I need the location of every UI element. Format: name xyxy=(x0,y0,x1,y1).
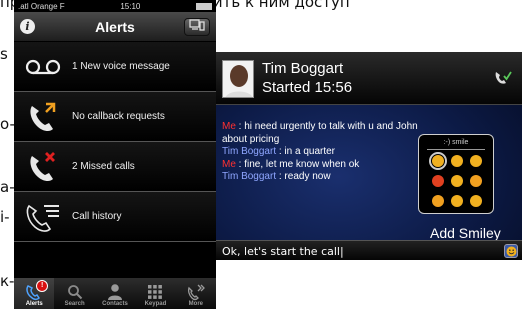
callback-icon xyxy=(14,92,72,142)
alert-row-label: No callback requests xyxy=(72,111,165,122)
alert-badge: ! xyxy=(36,280,49,292)
tab-label: Keypad xyxy=(144,301,167,307)
search-icon xyxy=(67,284,82,299)
alert-row-callback[interactable]: No callback requests xyxy=(14,92,216,142)
tab-more[interactable]: More xyxy=(176,278,216,309)
message-sender: Me xyxy=(222,121,236,132)
smiley-tongue-icon[interactable] xyxy=(432,195,444,207)
info-button[interactable]: i xyxy=(20,19,35,34)
smiley-shocked-icon[interactable] xyxy=(470,175,482,187)
phone-check-icon xyxy=(495,71,512,84)
tab-bar: ! Alerts Search Contacts Keypad More xyxy=(14,278,216,309)
more-icon xyxy=(187,284,205,300)
smiley-surprised-icon[interactable] xyxy=(470,155,482,167)
smiley-neutral-icon[interactable] xyxy=(451,195,463,207)
status-bar: .atl Orange F 15:10 xyxy=(14,0,216,12)
message-list: Me : hi need urgently to talk with u and… xyxy=(222,121,432,184)
message-text: : hi need urgently to talk with u and Jo… xyxy=(222,121,418,145)
carrier-label: .atl Orange F xyxy=(18,1,65,11)
status-time: 15:10 xyxy=(120,1,141,11)
add-smiley-label: Add Smiley xyxy=(430,225,501,241)
page-title: Alerts xyxy=(95,18,135,35)
message-sender: Tim Boggart xyxy=(222,171,277,182)
smiley-grin-icon[interactable] xyxy=(451,175,463,187)
tab-label: Contacts xyxy=(102,301,128,307)
smiley-angry-icon[interactable] xyxy=(432,175,444,187)
tab-keypad[interactable]: Keypad xyxy=(135,278,175,309)
contacts-icon xyxy=(108,283,123,300)
background-article-fragment: к- xyxy=(0,272,15,290)
smiley-wink-icon[interactable] xyxy=(451,155,463,167)
message-sender: Tim Boggart xyxy=(222,146,277,157)
contact-name: Tim Boggart xyxy=(262,60,344,77)
message-text: : ready now xyxy=(276,171,331,182)
missed-call-icon xyxy=(14,142,72,192)
smiley-hint: :-) smile xyxy=(443,139,469,146)
chat-message: Tim Boggart : ready now xyxy=(222,171,432,184)
background-article-fragment: s xyxy=(0,45,8,63)
smiley-button[interactable] xyxy=(504,244,518,258)
call-history-icon xyxy=(14,192,72,242)
alert-row-voicemail[interactable]: 1 New voice message xyxy=(14,42,216,92)
smiley-sad-icon[interactable] xyxy=(470,195,482,207)
alert-row-call-history[interactable]: Call history xyxy=(14,192,216,242)
chat-header: Tim Boggart Started 15:56 xyxy=(216,52,522,105)
smiley-icon xyxy=(506,246,516,256)
background-article-fragment: o- xyxy=(0,115,15,133)
tab-contacts[interactable]: Contacts xyxy=(95,278,135,309)
tab-alerts[interactable]: ! Alerts xyxy=(14,278,55,309)
tab-label: Search xyxy=(64,301,85,307)
voicemail-icon xyxy=(14,42,72,92)
divider xyxy=(427,149,485,150)
nav-bar: i Alerts xyxy=(14,12,216,42)
tab-label: More xyxy=(188,301,203,307)
alert-row-label: Call history xyxy=(72,211,122,222)
end-call-button[interactable] xyxy=(494,70,512,91)
message-input[interactable]: Ok, let's start the call| xyxy=(222,245,344,258)
session-started-time: Started 15:56 xyxy=(262,79,353,96)
tab-label: Alerts xyxy=(25,301,43,307)
device-icon xyxy=(189,19,205,31)
chat-message: Me : hi need urgently to talk with u and… xyxy=(222,121,432,146)
keypad-icon xyxy=(148,284,163,299)
alert-row-label: 1 New voice message xyxy=(72,61,170,72)
alert-row-label: 2 Missed calls xyxy=(72,161,135,172)
background-article-fragment: а- xyxy=(0,178,15,196)
background-article-fragment: i- xyxy=(0,208,10,226)
tab-search[interactable]: Search xyxy=(54,278,94,309)
message-text: : fine, let me know when ok xyxy=(235,158,360,170)
device-switch-button[interactable] xyxy=(184,18,210,36)
compose-bar: Ok, let's start the call| xyxy=(216,240,522,260)
alerts-screenshot: .atl Orange F 15:10 i Alerts 1 New voice… xyxy=(14,0,216,309)
smiley-picker: :-) smile xyxy=(418,134,494,214)
avatar xyxy=(222,60,254,98)
message-text: : in a quarter xyxy=(276,146,336,157)
chat-message: Me : fine, let me know when ok xyxy=(222,159,432,172)
alert-row-missed-calls[interactable]: 2 Missed calls xyxy=(14,142,216,192)
battery-icon xyxy=(196,2,212,10)
chat-message: Tim Boggart : in a quarter xyxy=(222,146,432,159)
chat-screenshot: Tim Boggart Started 15:56 Me : hi need u… xyxy=(216,52,522,260)
smiley-happy-icon[interactable] xyxy=(429,152,447,170)
message-sender: Me xyxy=(222,158,236,170)
